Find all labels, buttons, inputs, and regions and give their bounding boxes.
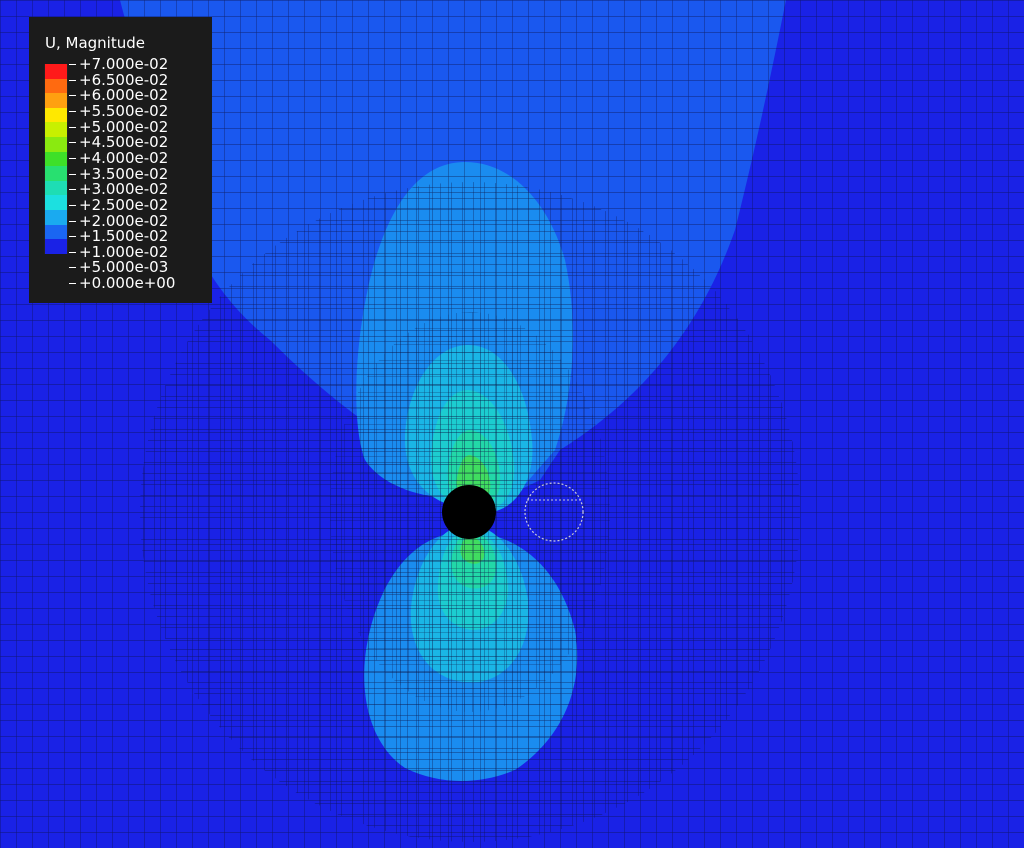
legend-tick: +3.000e-02 (69, 181, 168, 197)
legend-swatch (44, 64, 68, 79)
hole (442, 485, 496, 539)
legend-tick-mark (69, 283, 76, 285)
legend-swatch (44, 224, 68, 240)
legend-tick-mark (69, 126, 76, 128)
legend-title: U, Magnitude (45, 34, 145, 52)
legend-swatch (44, 209, 68, 225)
legend-tick-mark (69, 95, 76, 97)
legend-tick-mark (69, 251, 76, 253)
contour-plot-viewport[interactable]: U, Magnitude +7.000e-02 +6.500e-02 +6.000e… (0, 0, 1024, 848)
legend-tick-mark (69, 64, 76, 65)
legend-tick: +5.000e-02 (69, 119, 168, 135)
legend-tick: +7.000e-02 (69, 56, 168, 72)
legend-swatch (44, 78, 68, 94)
legend-tick-mark (69, 79, 76, 81)
legend-tick: +6.500e-02 (69, 72, 168, 88)
legend-tick-mark (69, 220, 76, 222)
legend-tick: +4.000e-02 (69, 150, 168, 166)
legend-tick: +1.000e-02 (69, 244, 168, 260)
legend-tick-mark (69, 157, 76, 159)
legend-swatch (44, 93, 68, 108)
legend-tick: +4.500e-02 (69, 134, 168, 150)
legend-tick-label: +0.000e+00 (79, 274, 176, 293)
legend-swatches (44, 64, 70, 254)
legend-swatch (44, 136, 68, 152)
legend-tick-mark (69, 204, 76, 206)
legend-swatch (44, 122, 68, 137)
legend-tick: +3.500e-02 (69, 166, 168, 182)
legend-tick: +5.000e-03 (69, 259, 168, 275)
legend-tick: +2.000e-02 (69, 213, 168, 229)
legend-swatch (44, 195, 68, 210)
legend-tick-mark (69, 110, 76, 112)
legend-swatch (44, 239, 68, 254)
legend-tick: +0.000e+00 (69, 275, 175, 291)
legend-tick: +2.500e-02 (69, 197, 168, 213)
legend: U, Magnitude +7.000e-02 +6.500e-02 +6.000e… (29, 17, 212, 303)
legend-tick: +5.500e-02 (69, 103, 168, 119)
legend-swatch (44, 151, 68, 167)
legend-tick: +6.000e-02 (69, 87, 168, 103)
legend-tick-mark (69, 173, 76, 175)
legend-tick-mark (69, 189, 76, 191)
legend-tick-mark (69, 236, 76, 238)
legend-swatch (44, 166, 68, 181)
legend-tick: +1.500e-02 (69, 228, 168, 244)
legend-swatch (44, 107, 68, 123)
legend-tick-mark (69, 267, 76, 269)
legend-tick-mark (69, 142, 76, 144)
legend-swatch (44, 180, 68, 196)
